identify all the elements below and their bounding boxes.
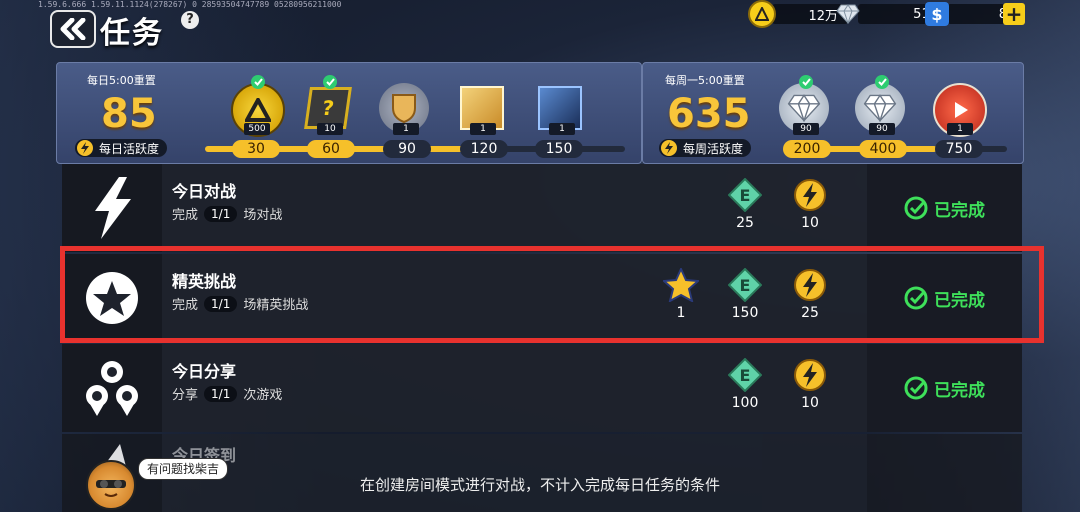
task-progress: 1/1 <box>204 385 238 402</box>
notice-text: 在创建房间模式进行对战，不计入完成每日任务的条件 <box>359 476 720 494</box>
reward-count: 1 <box>549 123 575 135</box>
reward-energy: 10 <box>785 176 835 231</box>
page-title: 任务 <box>100 16 164 51</box>
exp-gem-icon: E <box>726 176 764 214</box>
diamond-icon <box>863 94 897 122</box>
task-icon-cell <box>62 344 162 432</box>
task-status: 已完成 <box>867 164 1022 252</box>
lightning-icon <box>95 177 131 239</box>
task-icon-cell <box>62 164 162 252</box>
diamond-icon <box>787 94 821 122</box>
check-circle-icon <box>904 376 928 400</box>
reward-exp: E 100 <box>720 356 770 411</box>
task-status <box>867 434 1022 512</box>
milestone-value: 200 <box>783 140 831 158</box>
diamond-icon <box>836 2 860 26</box>
check-circle-icon <box>904 196 928 220</box>
lightning-icon <box>77 140 93 156</box>
weekly-activity-label: 每周活跃度 <box>659 139 752 157</box>
svg-text:E: E <box>740 186 751 205</box>
reward-energy: 10 <box>785 356 835 411</box>
task-progress: 1/1 <box>204 205 238 222</box>
shield-badge-icon <box>392 94 416 124</box>
back-button[interactable] <box>50 10 96 48</box>
reward-exp: E 25 <box>720 176 770 231</box>
reward-count: 1 <box>947 123 973 135</box>
weekly-activity-panel: 每周一5:00重置 635 每周活跃度 90 90 1 200 400 750 <box>642 62 1024 164</box>
milestone-value: 750 <box>935 140 983 158</box>
claimed-check-icon <box>799 75 813 89</box>
task-description: 分享 1/1 次游戏 <box>172 385 283 403</box>
claimed-check-icon <box>251 75 265 89</box>
reward-count: 500 <box>244 123 270 135</box>
reward-count: 1 <box>470 123 496 135</box>
double-chevron-left-icon <box>60 18 86 40</box>
weekly-activity-value: 635 <box>667 91 751 137</box>
milestone-value: 400 <box>859 140 907 158</box>
reward-count: 90 <box>793 123 819 135</box>
exp-gem-icon: E <box>726 356 764 394</box>
task-status: 已完成 <box>867 344 1022 432</box>
highlight-box <box>60 246 1044 343</box>
milestone-value: 30 <box>232 140 280 158</box>
energy-bolt-icon <box>791 356 829 394</box>
milestone-value: 90 <box>383 140 431 158</box>
gold-coin-icon <box>748 0 776 28</box>
task-row-daily-battle[interactable]: 今日对战 完成 1/1 场对战 E 25 10 已完成 <box>62 164 1022 252</box>
task-name: 今日分享 <box>172 362 237 381</box>
milestone-value: 120 <box>460 140 508 158</box>
task-row-daily-share[interactable]: 今日分享 分享 1/1 次游戏 E 100 10 已完成 <box>62 344 1022 432</box>
reward-count: 1 <box>393 123 419 135</box>
weekly-reset-text: 每周一5:00重置 <box>665 74 745 87</box>
task-description: 完成 1/1 场对战 <box>172 205 283 223</box>
claimed-check-icon <box>875 75 889 89</box>
claimed-check-icon <box>323 75 337 89</box>
milestone-value: 150 <box>535 140 583 158</box>
daily-activity-label: 每日活跃度 <box>75 139 168 157</box>
share-icon <box>86 361 138 416</box>
svg-text:E: E <box>740 366 751 385</box>
gold-coin-icon <box>245 98 271 122</box>
reward-count: 90 <box>869 123 895 135</box>
task-name: 今日对战 <box>172 182 237 201</box>
daily-activity-value: 85 <box>101 91 157 137</box>
debug-text: 1.59.6.666 1.59.11.1124(278267) 0 285935… <box>38 0 342 9</box>
milestone-value: 60 <box>307 140 355 158</box>
dollar-icon: $ <box>925 2 949 26</box>
currency-gold: 12万 <box>748 0 848 28</box>
daily-reset-text: 每日5:00重置 <box>87 74 156 87</box>
energy-bolt-icon <box>791 176 829 214</box>
red-badge-icon <box>955 102 968 118</box>
add-currency-button[interactable]: + <box>1003 3 1025 25</box>
reward-count: 10 <box>317 123 343 135</box>
help-button[interactable]: ? <box>181 11 199 29</box>
daily-activity-panel: 每日5:00重置 85 每日活跃度 ? 500 10 1 1 1 30 60 9… <box>56 62 642 164</box>
lightning-icon <box>661 140 677 156</box>
